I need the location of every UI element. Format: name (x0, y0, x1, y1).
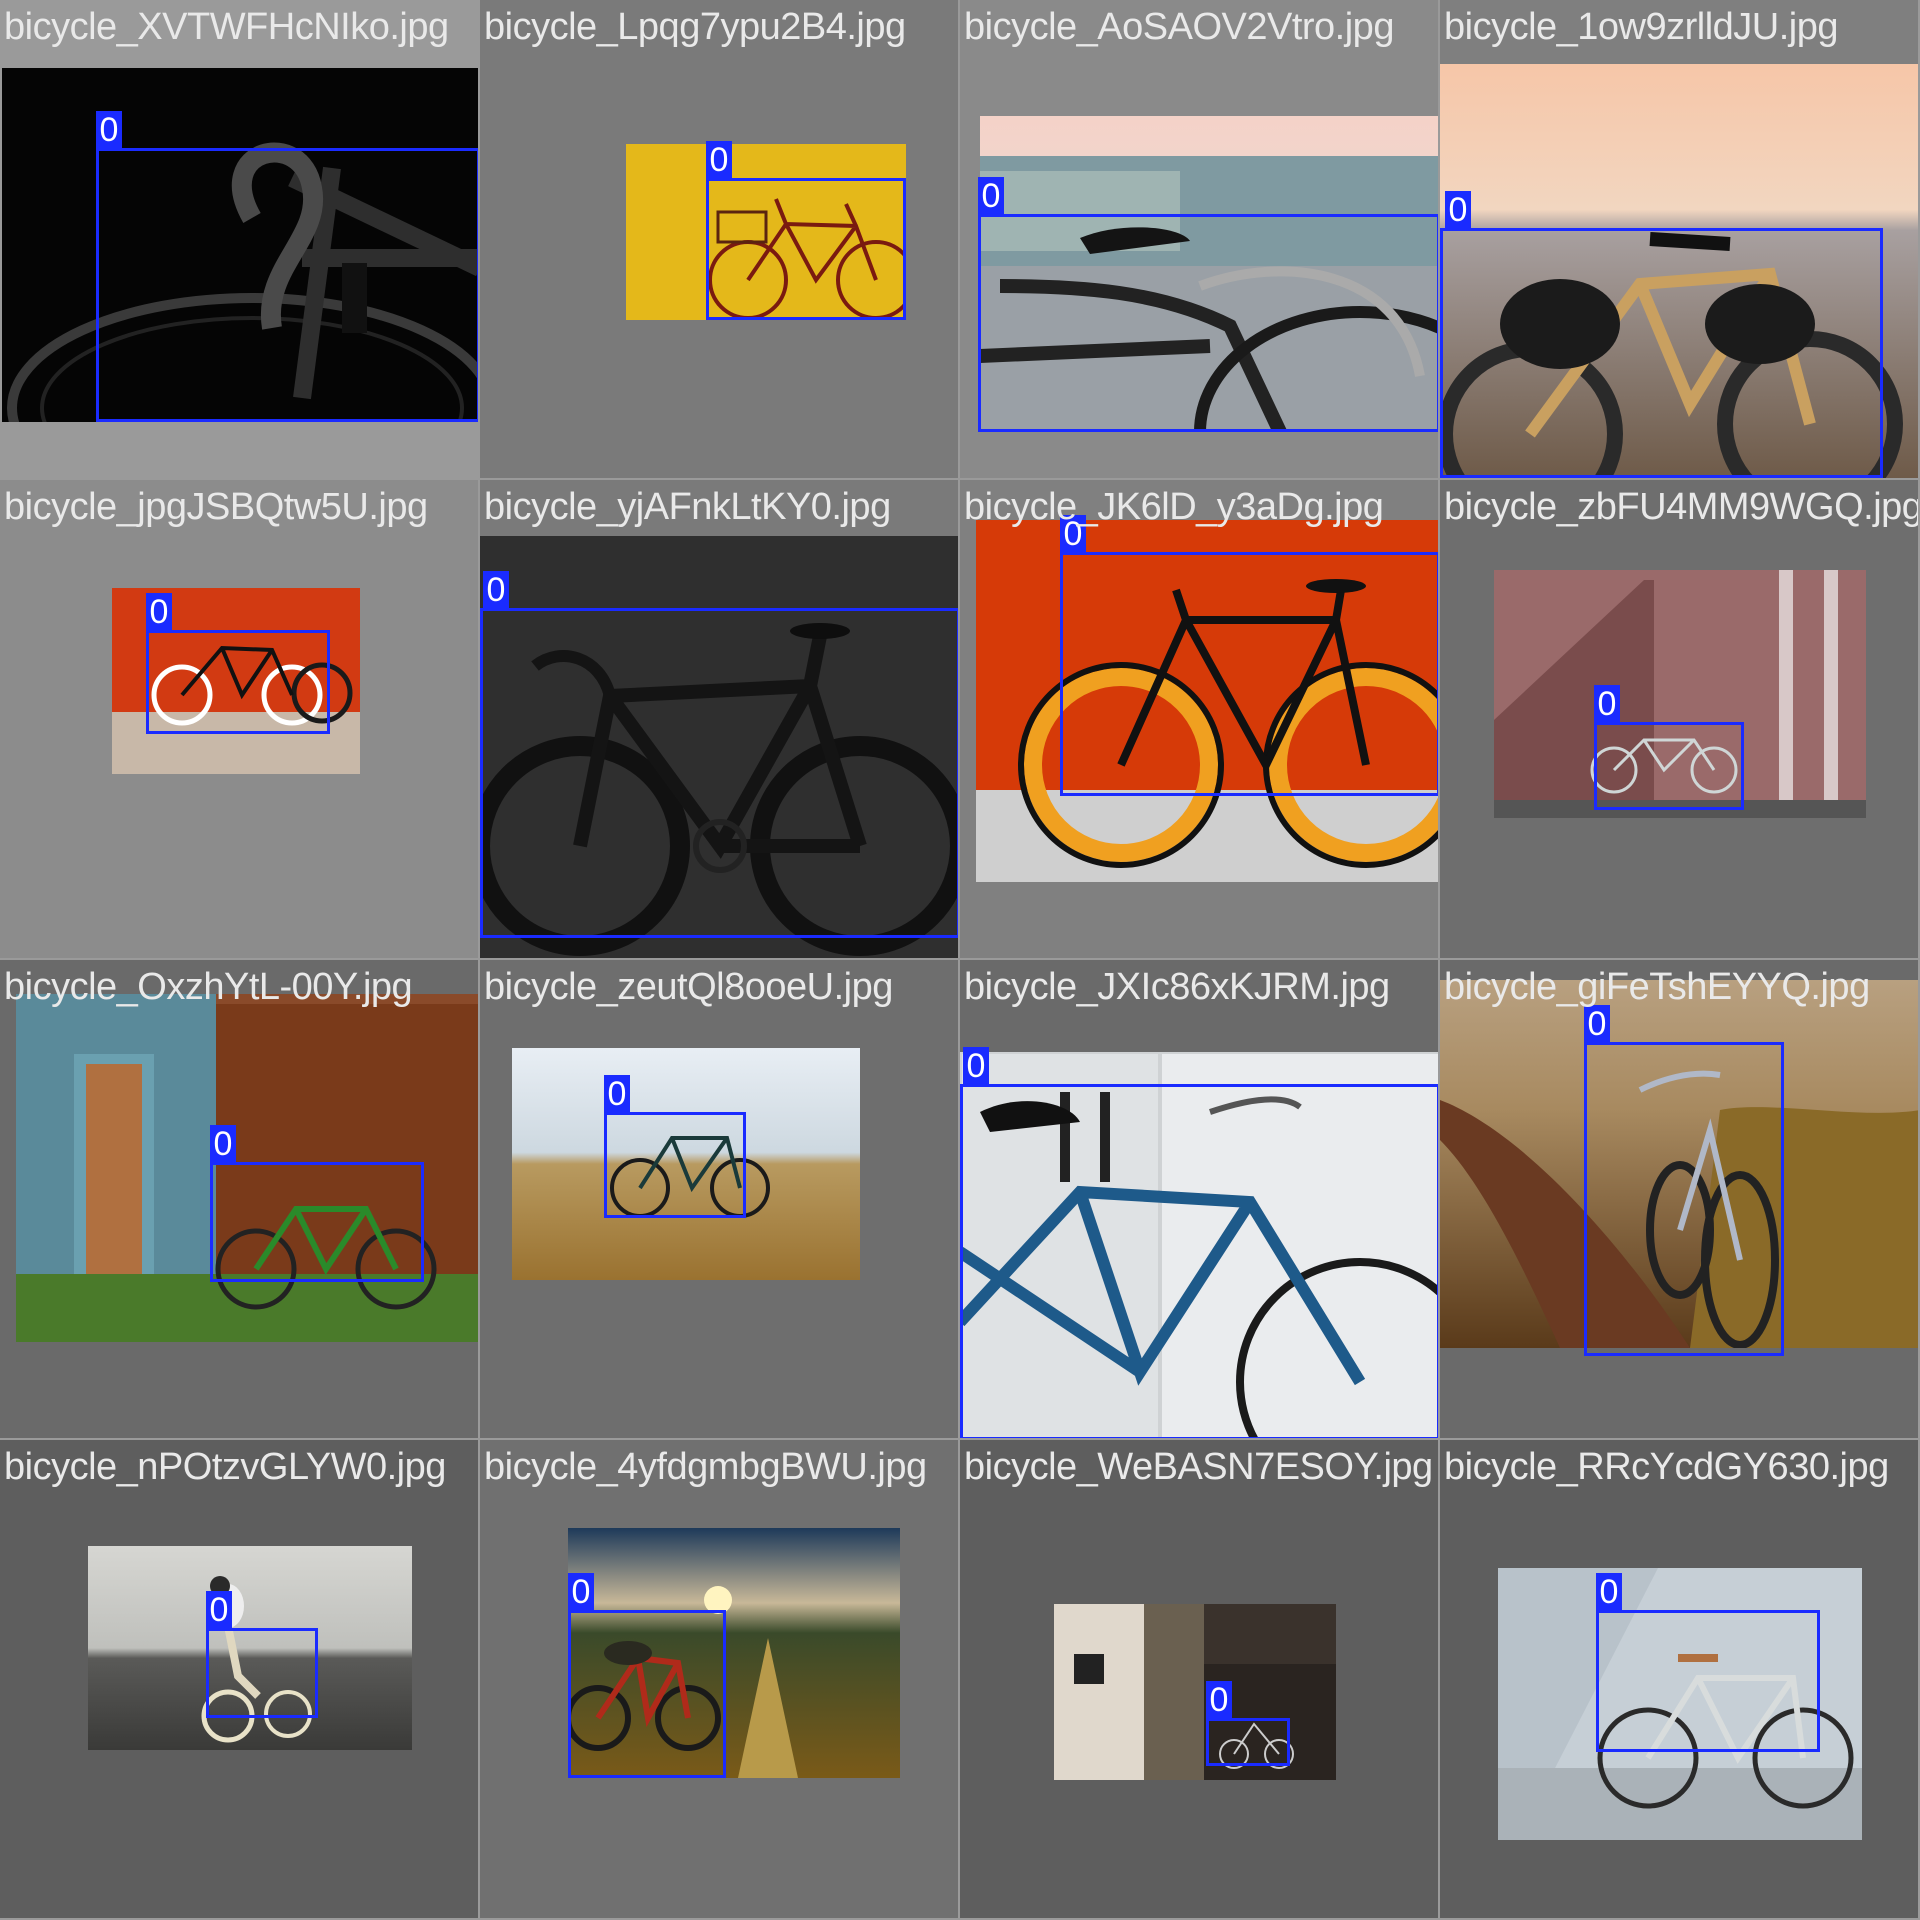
tile: 0 bicycle_OxzhYtL-00Y.jpg (0, 960, 480, 1440)
filename-label: bicycle_AoSAOV2Vtro.jpg (964, 6, 1394, 48)
photo (1054, 1604, 1336, 1780)
class-label: 0 (1445, 191, 1471, 229)
tile: 0 bicycle_WeBASN7ESOY.jpg (960, 1440, 1440, 1920)
tile: 0 bicycle_giFeTshEYYQ.jpg (1440, 960, 1920, 1440)
filename-label: bicycle_zbFU4MM9WGQ.jpg (1444, 486, 1920, 528)
filename-label: bicycle_nPOtzvGLYW0.jpg (4, 1446, 446, 1488)
filename-label: bicycle_JXIc86xKJRM.jpg (964, 966, 1390, 1008)
bounding-box: 0 (1596, 1573, 1820, 1752)
class-label: 0 (146, 593, 172, 631)
tile: 0 bicycle_zbFU4MM9WGQ.jpg (1440, 480, 1920, 960)
filename-label: bicycle_giFeTshEYYQ.jpg (1444, 966, 1870, 1008)
class-label: 0 (1206, 1681, 1232, 1719)
bounding-box: 0 (604, 1075, 746, 1218)
class-label: 0 (604, 1075, 630, 1113)
tile: 0 bicycle_JXIc86xKJRM.jpg (960, 960, 1440, 1440)
bounding-box: 0 (146, 593, 330, 734)
tile: 0 bicycle_1ow9zrlldJU.jpg (1440, 0, 1920, 480)
filename-label: bicycle_WeBASN7ESOY.jpg (964, 1446, 1433, 1488)
class-label: 0 (206, 1591, 232, 1629)
filename-label: bicycle_1ow9zrlldJU.jpg (1444, 6, 1839, 48)
tile: 0 bicycle_AoSAOV2Vtro.jpg (960, 0, 1440, 480)
mosaic-grid: 0 bicycle_XVTWFHcNIko.jpg 0 bicycle_Lpqg… (0, 0, 1920, 1920)
filename-label: bicycle_OxzhYtL-00Y.jpg (4, 966, 413, 1008)
tile: 0 bicycle_jpgJSBQtw5U.jpg (0, 480, 480, 960)
bounding-box: 0 (206, 1591, 318, 1718)
bounding-box: 0 (978, 177, 1438, 432)
filename-label: bicycle_JK6lD_y3aDg.jpg (964, 486, 1384, 528)
filename-label: bicycle_4yfdgmbgBWU.jpg (484, 1446, 927, 1488)
bounding-box: 0 (480, 571, 958, 938)
bounding-box: 0 (96, 111, 478, 422)
tile: 0 bicycle_4yfdgmbgBWU.jpg (480, 1440, 960, 1920)
class-label: 0 (483, 571, 509, 609)
class-label: 0 (978, 177, 1004, 215)
class-label: 0 (96, 111, 122, 149)
filename-label: bicycle_zeutQl8ooeU.jpg (484, 966, 893, 1008)
tile: 0 bicycle_nPOtzvGLYW0.jpg (0, 1440, 480, 1920)
filename-label: bicycle_RRcYcdGY630.jpg (1444, 1446, 1889, 1488)
class-label: 0 (568, 1573, 594, 1611)
tile: 0 bicycle_XVTWFHcNIko.jpg (0, 0, 480, 480)
bounding-box: 0 (1060, 515, 1438, 796)
filename-label: bicycle_jpgJSBQtw5U.jpg (4, 486, 428, 528)
filename-label: bicycle_yjAFnkLtKY0.jpg (484, 486, 891, 528)
class-label: 0 (210, 1125, 236, 1163)
bounding-box: 0 (1440, 191, 1883, 478)
tile: 0 bicycle_yjAFnkLtKY0.jpg (480, 480, 960, 960)
class-label: 0 (1594, 685, 1620, 723)
bounding-box: 0 (210, 1125, 424, 1282)
tile: 0 bicycle_JK6lD_y3aDg.jpg (960, 480, 1440, 960)
bounding-box: 0 (1206, 1681, 1290, 1766)
filename-label: bicycle_XVTWFHcNIko.jpg (4, 6, 449, 48)
bounding-box: 0 (706, 141, 906, 320)
filename-label: bicycle_Lpqg7ypu2B4.jpg (484, 6, 906, 48)
tile: 0 bicycle_zeutQl8ooeU.jpg (480, 960, 960, 1440)
class-label: 0 (963, 1047, 989, 1085)
class-label: 0 (1596, 1573, 1622, 1611)
bounding-box: 0 (1584, 1005, 1784, 1356)
tile: 0 bicycle_Lpqg7ypu2B4.jpg (480, 0, 960, 480)
class-label: 0 (706, 141, 732, 179)
bounding-box: 0 (568, 1573, 726, 1778)
bounding-box: 0 (1594, 685, 1744, 810)
tile: 0 bicycle_RRcYcdGY630.jpg (1440, 1440, 1920, 1920)
bounding-box: 0 (960, 1047, 1438, 1438)
